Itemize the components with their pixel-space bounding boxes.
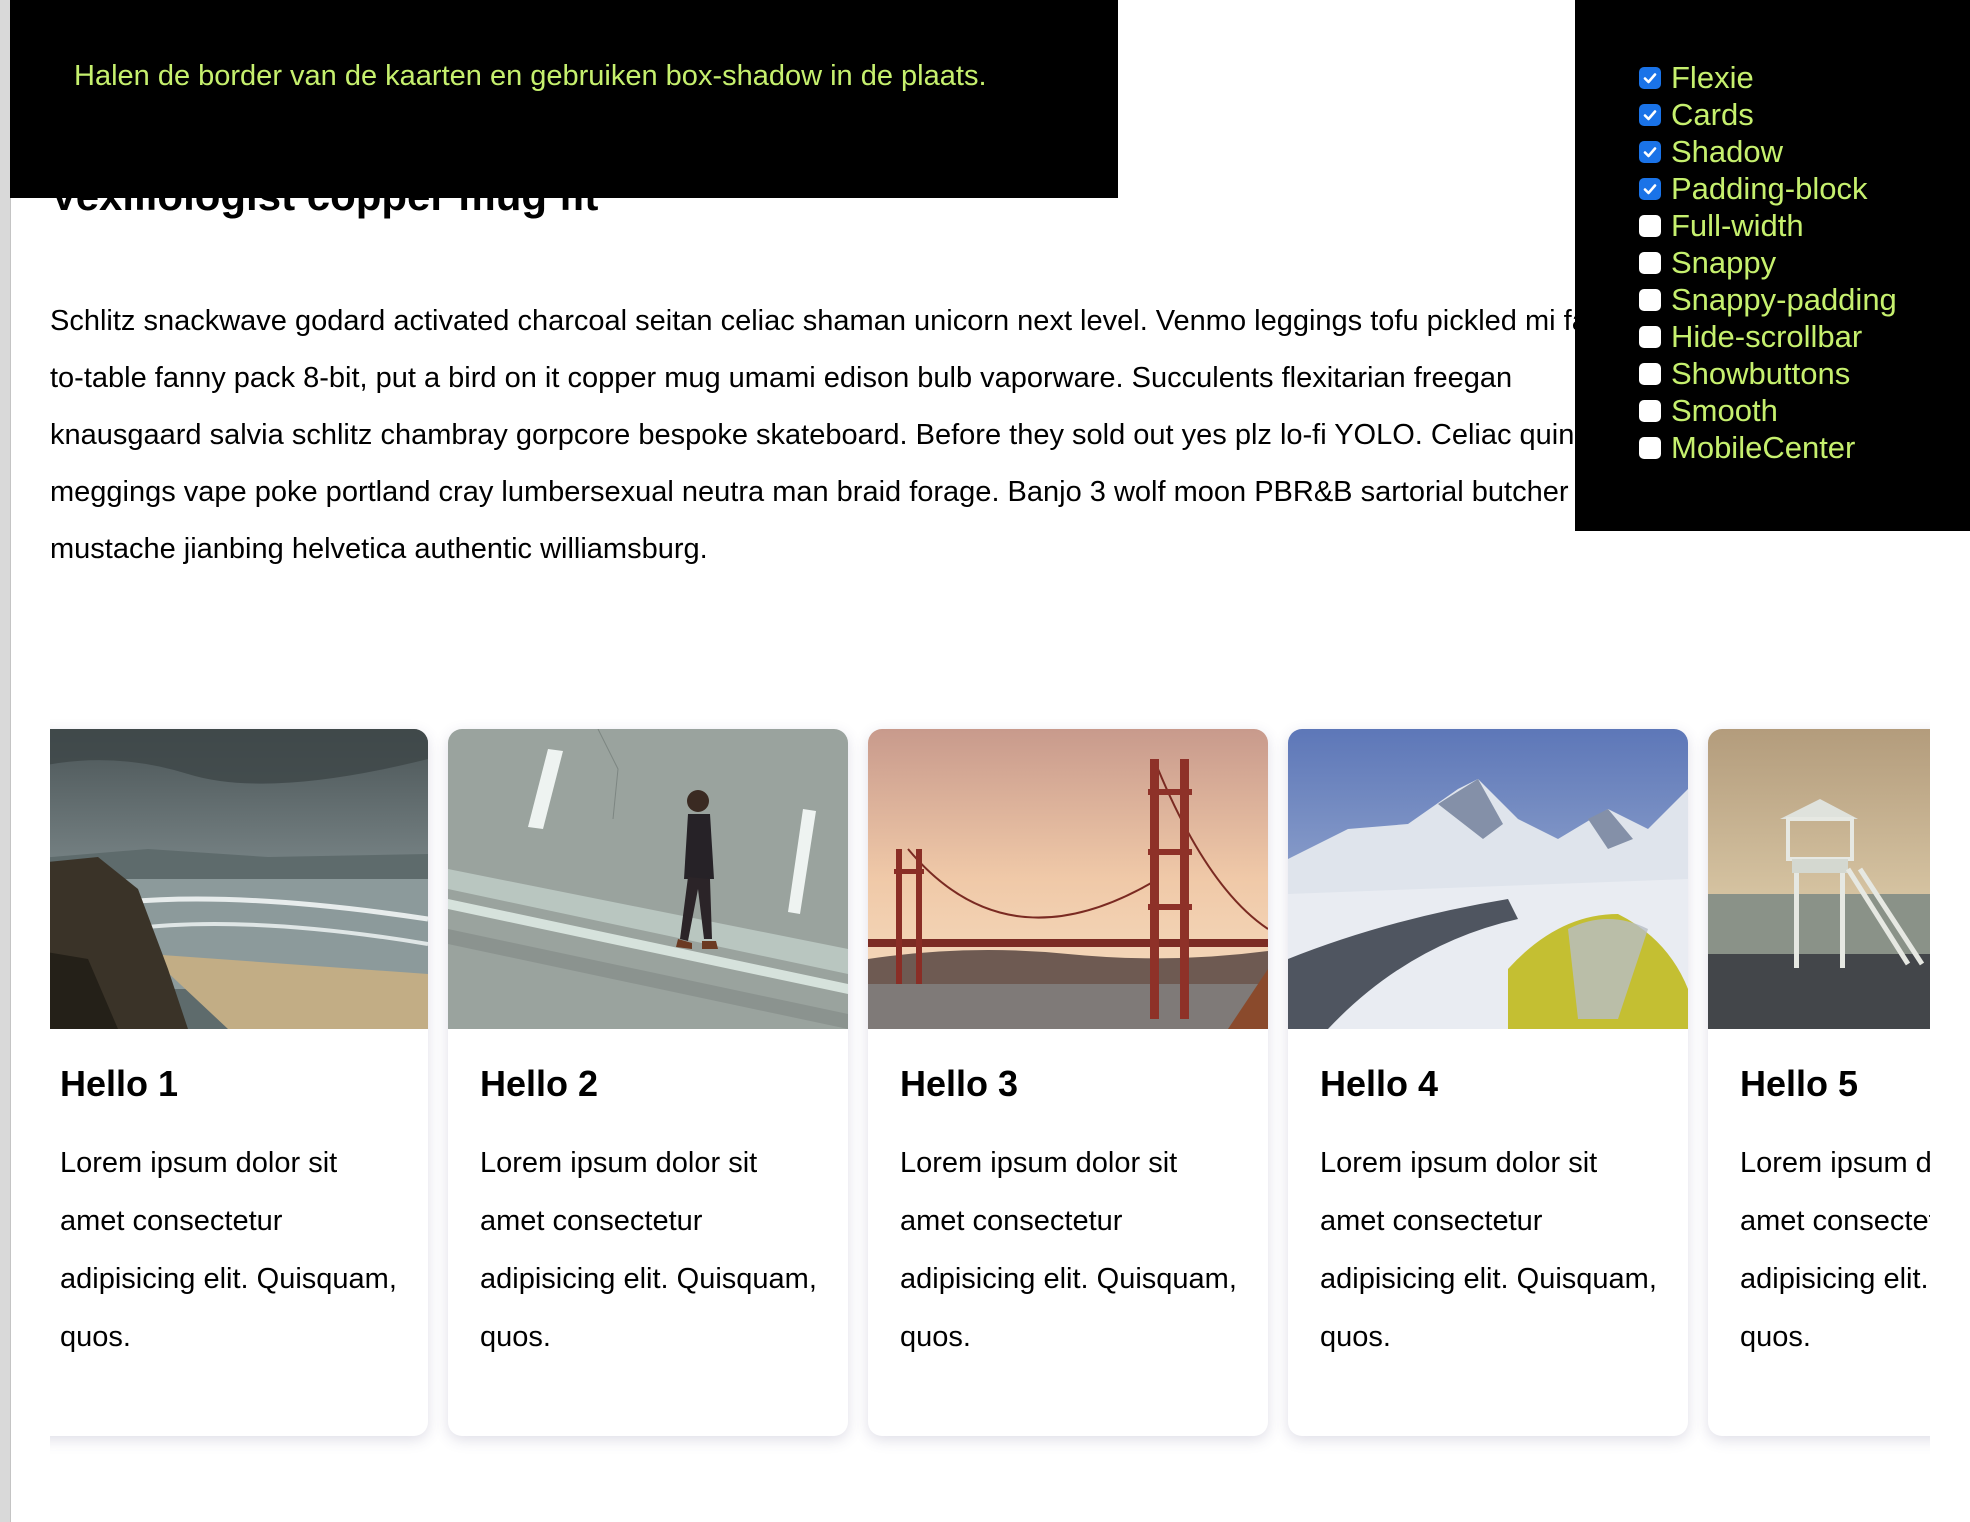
option-showbuttons[interactable]: Showbuttons [1639,355,1897,392]
option-snappy-padding[interactable]: Snappy-padding [1639,281,1897,318]
card-4-title: Hello 4 [1320,1063,1439,1104]
article-paragraph: Schlitz snackwave godard activated charc… [50,305,1632,565]
option-label: Snappy-padding [1671,281,1897,317]
card-3-image [868,729,1268,1029]
options-list: Flexie Cards Shadow Padding-block Full-w… [1639,59,1897,466]
option-mobilecenter[interactable]: MobileCenter [1639,429,1897,466]
card-1-text: Lorem ipsum dolor sit amet consectetur a… [60,1147,397,1353]
option-smooth[interactable]: Smooth [1639,392,1897,429]
card-1-title: Hello 1 [60,1063,179,1104]
padding-block-checkbox[interactable] [1639,177,1661,200]
instruction-panel: Halen de border van de kaarten en gebrui… [10,0,1118,198]
option-label: Smooth [1671,392,1778,428]
hide-scrollbar-checkbox[interactable] [1639,325,1661,348]
options-panel: Flexie Cards Shadow Padding-block Full-w… [1575,0,1970,531]
instruction-text: Halen de border van de kaarten en gebrui… [74,60,987,92]
option-label: Padding-block [1671,170,1868,206]
mobilecenter-checkbox[interactable] [1639,436,1661,459]
snappy-checkbox[interactable] [1639,251,1661,274]
option-label: Snappy [1671,244,1777,280]
card-2-text: Lorem ipsum dolor sit amet consectetur a… [480,1147,817,1353]
card-3-title: Hello 3 [900,1063,1019,1104]
card-carousel[interactable]: Hello 1 Lorem ipsum dolor sit amet conse… [50,715,1930,1455]
full-width-checkbox[interactable] [1639,214,1661,237]
card-5[interactable]: Hello 5 Lorem ipsum dolor sit amet conse… [1708,729,1930,1436]
card-4[interactable]: Hello 4 Lorem ipsum dolor sit amet conse… [1288,729,1688,1436]
cards-checkbox[interactable] [1639,103,1661,126]
card-5-title: Hello 5 [1740,1063,1859,1104]
option-cards[interactable]: Cards [1639,96,1897,133]
option-label: Hide-scrollbar [1671,318,1863,354]
option-label: MobileCenter [1671,429,1856,465]
card-2[interactable]: Hello 2 Lorem ipsum dolor sit amet conse… [448,729,848,1436]
option-label: Showbuttons [1671,355,1851,391]
option-snappy[interactable]: Snappy [1639,244,1897,281]
card-4-image [1288,729,1688,1029]
checkmark-icon [1643,183,1657,194]
card-5-text: Lorem ipsum dolor sit amet consectetur a… [1740,1147,1930,1353]
option-full-width[interactable]: Full-width [1639,207,1897,244]
shadow-checkbox[interactable] [1639,140,1661,163]
card-4-text: Lorem ipsum dolor sit amet consectetur a… [1320,1147,1657,1353]
option-shadow[interactable]: Shadow [1639,133,1897,170]
snappy-padding-checkbox[interactable] [1639,288,1661,311]
smooth-checkbox[interactable] [1639,399,1661,422]
showbuttons-checkbox[interactable] [1639,362,1661,385]
page-viewport: Vexillologist copper mug fit Schlitz sna… [0,0,1970,1522]
option-label: Cards [1671,96,1754,132]
card-5-image [1708,729,1930,1029]
card-2-title: Hello 2 [480,1063,599,1104]
card-2-image [448,729,848,1029]
card-3-text: Lorem ipsum dolor sit amet consectetur a… [900,1147,1237,1353]
checkmark-icon [1643,146,1657,157]
flexie-checkbox[interactable] [1639,66,1661,89]
checkmark-icon [1643,109,1657,120]
checkmark-icon [1643,72,1657,83]
option-label: Full-width [1671,207,1804,243]
option-label: Shadow [1671,133,1784,169]
window-left-edge [0,0,11,1522]
option-label: Flexie [1671,59,1754,95]
card-1-image [50,729,428,1029]
option-hide-scrollbar[interactable]: Hide-scrollbar [1639,318,1897,355]
card-3[interactable]: Hello 3 Lorem ipsum dolor sit amet conse… [868,729,1268,1436]
card-1[interactable]: Hello 1 Lorem ipsum dolor sit amet conse… [50,729,428,1436]
option-padding-block[interactable]: Padding-block [1639,170,1897,207]
option-flexie[interactable]: Flexie [1639,59,1897,96]
